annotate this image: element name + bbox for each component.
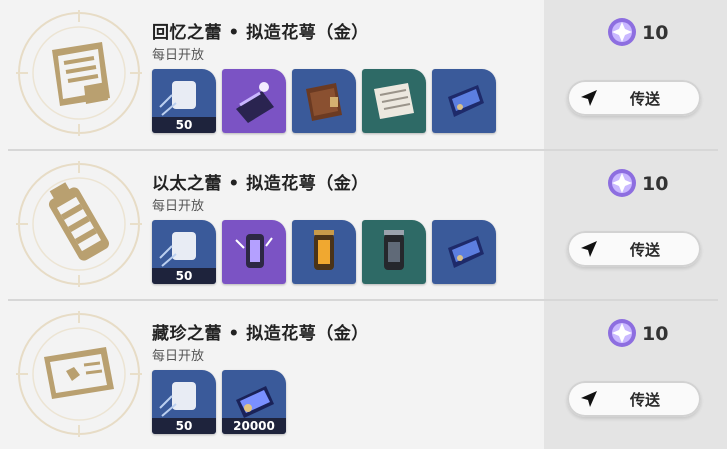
reward-item[interactable] bbox=[362, 69, 426, 133]
stamina-cost-value: 10 bbox=[642, 22, 669, 44]
reward-item[interactable]: 20000 bbox=[222, 370, 286, 434]
open-schedule-label: 每日开放 bbox=[152, 48, 205, 63]
ticket-emblem-icon bbox=[16, 311, 142, 437]
trailblaze-power-icon bbox=[608, 319, 636, 347]
reward-item[interactable]: 50 bbox=[152, 69, 216, 133]
reward-quantity: 50 bbox=[152, 117, 216, 133]
calyx-title: 回忆之蕾 • 拟造花萼（金） bbox=[152, 23, 369, 43]
trailblaze-power-icon bbox=[608, 18, 636, 46]
reward-item[interactable] bbox=[362, 220, 426, 284]
reward-item[interactable] bbox=[432, 220, 496, 284]
calyx-row-aether: 以太之蕾 • 拟造花萼（金） 每日开放 50 10 传送 bbox=[0, 151, 727, 299]
open-schedule-label: 每日开放 bbox=[152, 349, 205, 364]
teal-lantern-icon bbox=[362, 220, 426, 284]
paper-notes-icon bbox=[362, 69, 426, 133]
calyx-row-treasure: 藏珍之蕾 • 拟造花萼（金） 每日开放 50 20000 10 传送 bbox=[0, 301, 727, 449]
reward-quantity: 20000 bbox=[222, 418, 286, 434]
teleport-label: 传送 bbox=[629, 241, 660, 259]
open-schedule-label: 每日开放 bbox=[152, 199, 205, 214]
purple-book-icon bbox=[222, 69, 286, 133]
reward-item[interactable] bbox=[292, 69, 356, 133]
reward-item[interactable] bbox=[222, 69, 286, 133]
teleport-label: 传送 bbox=[629, 90, 660, 108]
trailblaze-power-icon bbox=[608, 169, 636, 197]
teleport-button[interactable]: 传送 bbox=[567, 381, 701, 417]
teleport-button[interactable]: 传送 bbox=[567, 231, 701, 267]
teleport-label: 传送 bbox=[629, 391, 660, 409]
reward-item[interactable]: 50 bbox=[152, 370, 216, 434]
gold-lantern-icon bbox=[292, 220, 356, 284]
book-emblem-icon bbox=[16, 10, 142, 136]
calyx-title: 以太之蕾 • 拟造花萼（金） bbox=[152, 174, 369, 194]
blue-card-icon bbox=[432, 69, 496, 133]
reward-item[interactable]: 50 bbox=[152, 220, 216, 284]
reward-item[interactable] bbox=[292, 220, 356, 284]
stamina-cost-value: 10 bbox=[642, 323, 669, 345]
purple-lantern-icon bbox=[222, 220, 286, 284]
calyx-row-memory: 回忆之蕾 • 拟造花萼（金） 每日开放 50 10 传送 bbox=[0, 0, 727, 148]
canister-emblem-icon bbox=[16, 161, 142, 287]
reward-item[interactable] bbox=[222, 220, 286, 284]
stamina-cost-value: 10 bbox=[642, 173, 669, 195]
brown-book-icon bbox=[292, 69, 356, 133]
blue-card-icon bbox=[432, 220, 496, 284]
reward-item[interactable] bbox=[432, 69, 496, 133]
teleport-button[interactable]: 传送 bbox=[567, 80, 701, 116]
calyx-title: 藏珍之蕾 • 拟造花萼（金） bbox=[152, 324, 369, 344]
reward-quantity: 50 bbox=[152, 268, 216, 284]
reward-quantity: 50 bbox=[152, 418, 216, 434]
